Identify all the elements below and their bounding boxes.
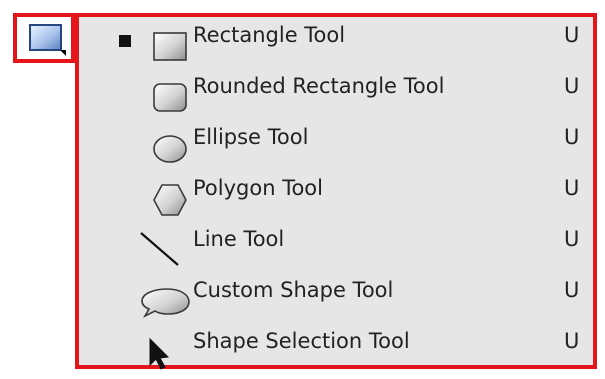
shortcut-key: U: [564, 125, 580, 149]
menu-item-label: Rectangle Tool: [193, 23, 346, 47]
shortcut-key: U: [564, 74, 580, 98]
shape-tool-button[interactable]: [13, 13, 75, 63]
menu-item-shape-selection-tool[interactable]: Shape Selection Tool U: [79, 323, 593, 374]
menu-item-custom-shape-tool[interactable]: Custom Shape Tool U: [79, 272, 593, 323]
menu-item-label: Ellipse Tool: [193, 125, 309, 149]
menu-item-line-tool[interactable]: Line Tool U: [79, 221, 593, 272]
shortcut-key: U: [564, 23, 580, 47]
shortcut-key: U: [564, 176, 580, 200]
ellipse-icon: [134, 123, 190, 167]
shortcut-key: U: [564, 227, 580, 251]
selected-bullet-icon: [119, 35, 131, 47]
menu-item-label: Polygon Tool: [193, 176, 323, 200]
menu-item-polygon-tool[interactable]: Polygon Tool U: [79, 170, 593, 221]
rounded-rectangle-icon: [134, 72, 190, 116]
shape-tools-menu: Rectangle Tool U Rounded Rectangle Tool …: [75, 13, 597, 370]
rectangle-icon: [134, 21, 190, 65]
menu-item-label: Custom Shape Tool: [193, 278, 394, 302]
menu-item-label: Line Tool: [193, 227, 285, 251]
shortcut-key: U: [564, 329, 580, 353]
menu-item-label: Shape Selection Tool: [193, 329, 410, 353]
menu-item-ellipse-tool[interactable]: Ellipse Tool U: [79, 119, 593, 170]
arrow-cursor-icon: [134, 327, 190, 371]
custom-shape-icon: [134, 276, 190, 320]
menu-item-rounded-rectangle-tool[interactable]: Rounded Rectangle Tool U: [79, 68, 593, 119]
menu-item-rectangle-tool[interactable]: Rectangle Tool U: [79, 17, 593, 68]
polygon-icon: [134, 174, 190, 218]
line-icon: [134, 225, 190, 269]
shortcut-key: U: [564, 278, 580, 302]
rectangle-shape-icon: [29, 24, 66, 56]
menu-item-label: Rounded Rectangle Tool: [193, 74, 445, 98]
